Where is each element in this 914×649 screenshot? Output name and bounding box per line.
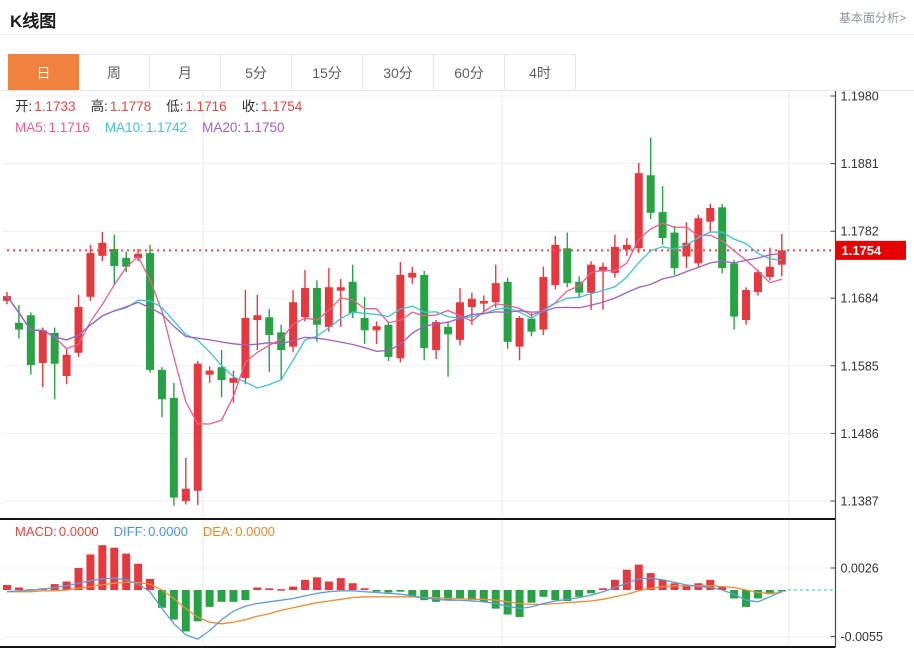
macd-item: DEA:0.0000 [203,524,275,539]
svg-text:0.0026: 0.0026 [841,562,879,576]
macd-item: DIFF:0.0000 [114,524,188,539]
svg-text:1.1782: 1.1782 [841,225,879,239]
ohlc-item: 收:1.1754 [242,99,303,114]
ohlc-item: 高:1.1778 [91,99,152,114]
svg-text:1.1387: 1.1387 [841,495,879,509]
svg-text:1.1881: 1.1881 [841,157,879,171]
ma-item: MA10:1.1742 [105,120,187,135]
ma-item: MA20:1.1750 [202,120,284,135]
ohlc-item: 低:1.1716 [166,99,227,114]
macd-legend: MACD:0.0000 DIFF:0.0000 DEA:0.0000 [15,523,290,540]
macd-item: MACD:0.0000 [15,524,99,539]
svg-text:1.1486: 1.1486 [841,427,879,441]
kline-widget: K线图 基本面分析> 日周月5分15分30分60分4时 1.19801.1881… [0,0,914,649]
svg-text:1.1980: 1.1980 [841,90,879,104]
ohlc-legend: 开:1.1733 高:1.1778 低:1.1716 收:1.1754 [15,98,317,115]
svg-text:-0.0055: -0.0055 [841,630,883,644]
ohlc-item: 开:1.1733 [15,99,76,114]
ma-legend: MA5:1.1716 MA10:1.1742 MA20:1.1750 [15,119,299,136]
ma-item: MA5:1.1716 [15,120,90,135]
svg-text:1.1754: 1.1754 [842,243,883,258]
svg-text:1.1585: 1.1585 [841,359,879,373]
svg-text:1.1684: 1.1684 [841,292,879,306]
